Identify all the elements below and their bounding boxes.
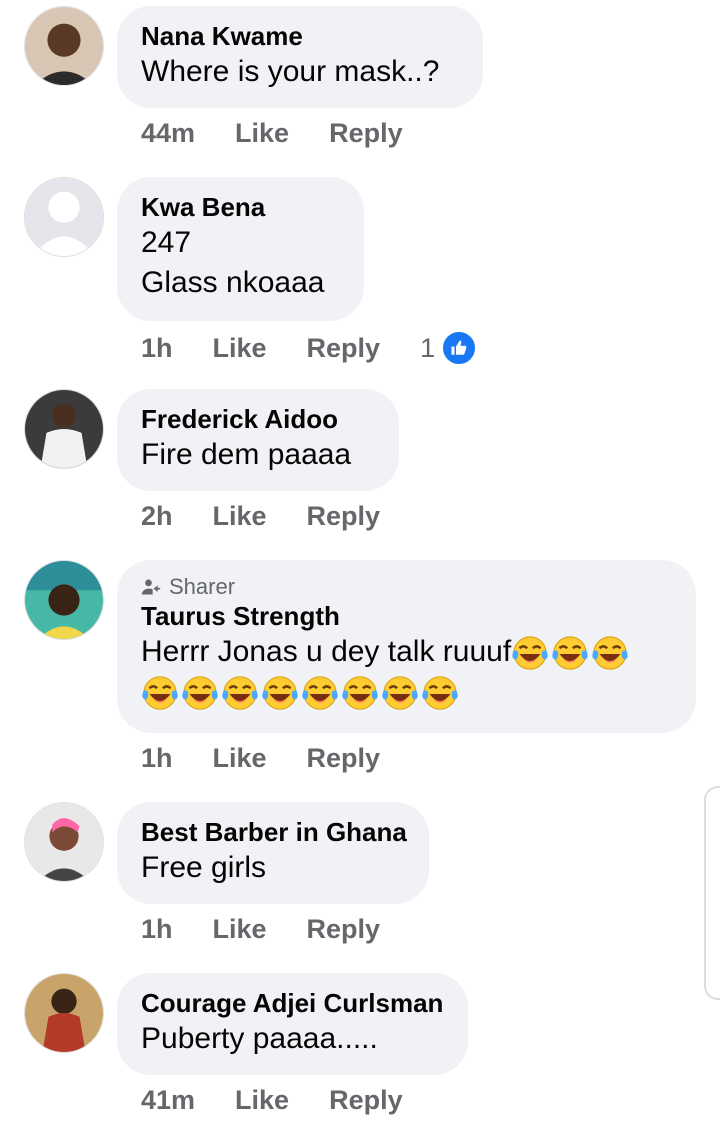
comment-author[interactable]: Kwa Bena [141, 191, 340, 223]
comment-text-line: Glass nkoaaa [141, 266, 325, 299]
tears-of-joy-emoji [342, 676, 378, 710]
comment-bubble: Nana Kwame Where is your mask..? [117, 6, 483, 108]
tears-of-joy-emoji [222, 676, 258, 710]
reply-button[interactable]: Reply [307, 743, 381, 774]
person-share-icon [141, 579, 161, 595]
tears-of-joy-emoji [182, 676, 218, 710]
reaction-count: 1 [420, 332, 436, 363]
like-button[interactable]: Like [213, 743, 267, 774]
reply-button[interactable]: Reply [307, 333, 381, 364]
comment-author[interactable]: Taurus Strength [141, 600, 672, 632]
comment-time[interactable]: 1h [141, 743, 173, 774]
tears-of-joy-emoji [302, 676, 338, 710]
comment-actions: 41m Like Reply [141, 1085, 443, 1116]
comment-time[interactable]: 2h [141, 501, 173, 532]
like-button[interactable]: Like [213, 501, 267, 532]
comment-actions: 1h Like Reply [141, 743, 420, 774]
avatar[interactable] [24, 6, 104, 86]
like-button[interactable]: Like [235, 118, 289, 149]
reply-button[interactable]: Reply [329, 1085, 403, 1116]
reaction-summary[interactable]: 1 [420, 330, 478, 366]
avatar[interactable] [24, 802, 104, 882]
reply-button[interactable]: Reply [307, 501, 381, 532]
tears-of-joy-emoji [592, 636, 628, 670]
comment-bubble: Courage Adjei Curlsman Puberty paaaa....… [117, 973, 468, 1075]
comment-text: Where is your mask..? [141, 55, 440, 88]
like-button[interactable]: Like [213, 333, 267, 364]
comment-bubble: Frederick Aidoo Fire dem paaaa [117, 389, 399, 491]
tears-of-joy-emoji [142, 676, 178, 710]
comment-text: Free girls [141, 851, 267, 884]
reply-button[interactable]: Reply [307, 914, 381, 945]
comment-bubble: Best Barber in Ghana Free girls [117, 802, 429, 904]
comment-time[interactable]: 1h [141, 333, 173, 364]
comment-bubble: Sharer Taurus Strength Herrr Jonas u dey… [117, 560, 696, 733]
tears-of-joy-emoji [382, 676, 418, 710]
comment-text: Puberty paaaa..... [141, 1022, 378, 1055]
overlay-edge [704, 786, 720, 1000]
like-button[interactable]: Like [213, 914, 267, 945]
comment-actions: 2h Like Reply [141, 501, 420, 532]
comment-text-line: 247 [141, 226, 192, 259]
comment-author[interactable]: Frederick Aidoo [141, 403, 375, 435]
emoji-group [511, 634, 629, 672]
comment-bubble: Kwa Bena 247 Glass nkoaaa [117, 177, 364, 321]
avatar[interactable] [24, 177, 104, 257]
comment-text: Herrr Jonas u dey talk ruuuf [141, 632, 672, 672]
tears-of-joy-emoji [552, 636, 588, 670]
tears-of-joy-emoji [422, 676, 458, 710]
comment-emoji-line [141, 672, 672, 712]
comment-author[interactable]: Nana Kwame [141, 20, 459, 52]
comment-text: Fire dem paaaa [141, 438, 352, 471]
comment-time[interactable]: 44m [141, 118, 195, 149]
comment-actions: 1h Like Reply [141, 914, 420, 945]
comment-text-content: Herrr Jonas u dey talk ruuuf [141, 635, 512, 668]
comment-time[interactable]: 41m [141, 1085, 195, 1116]
comment-time[interactable]: 1h [141, 914, 173, 945]
comment-actions: 44m Like Reply [141, 118, 443, 149]
reply-button[interactable]: Reply [329, 118, 403, 149]
sharer-badge: Sharer [141, 574, 672, 600]
tears-of-joy-emoji [262, 676, 298, 710]
comment-author[interactable]: Courage Adjei Curlsman [141, 987, 444, 1019]
comment-actions: 1h Like Reply 1 [141, 330, 517, 366]
sharer-label: Sharer [169, 574, 236, 599]
comment-author[interactable]: Best Barber in Ghana [141, 816, 407, 848]
avatar[interactable] [24, 973, 104, 1053]
thumbs-up-icon [441, 330, 478, 366]
emoji-group [141, 674, 459, 712]
avatar[interactable] [24, 389, 104, 469]
tears-of-joy-emoji [512, 636, 548, 670]
like-button[interactable]: Like [235, 1085, 289, 1116]
avatar[interactable] [24, 560, 104, 640]
